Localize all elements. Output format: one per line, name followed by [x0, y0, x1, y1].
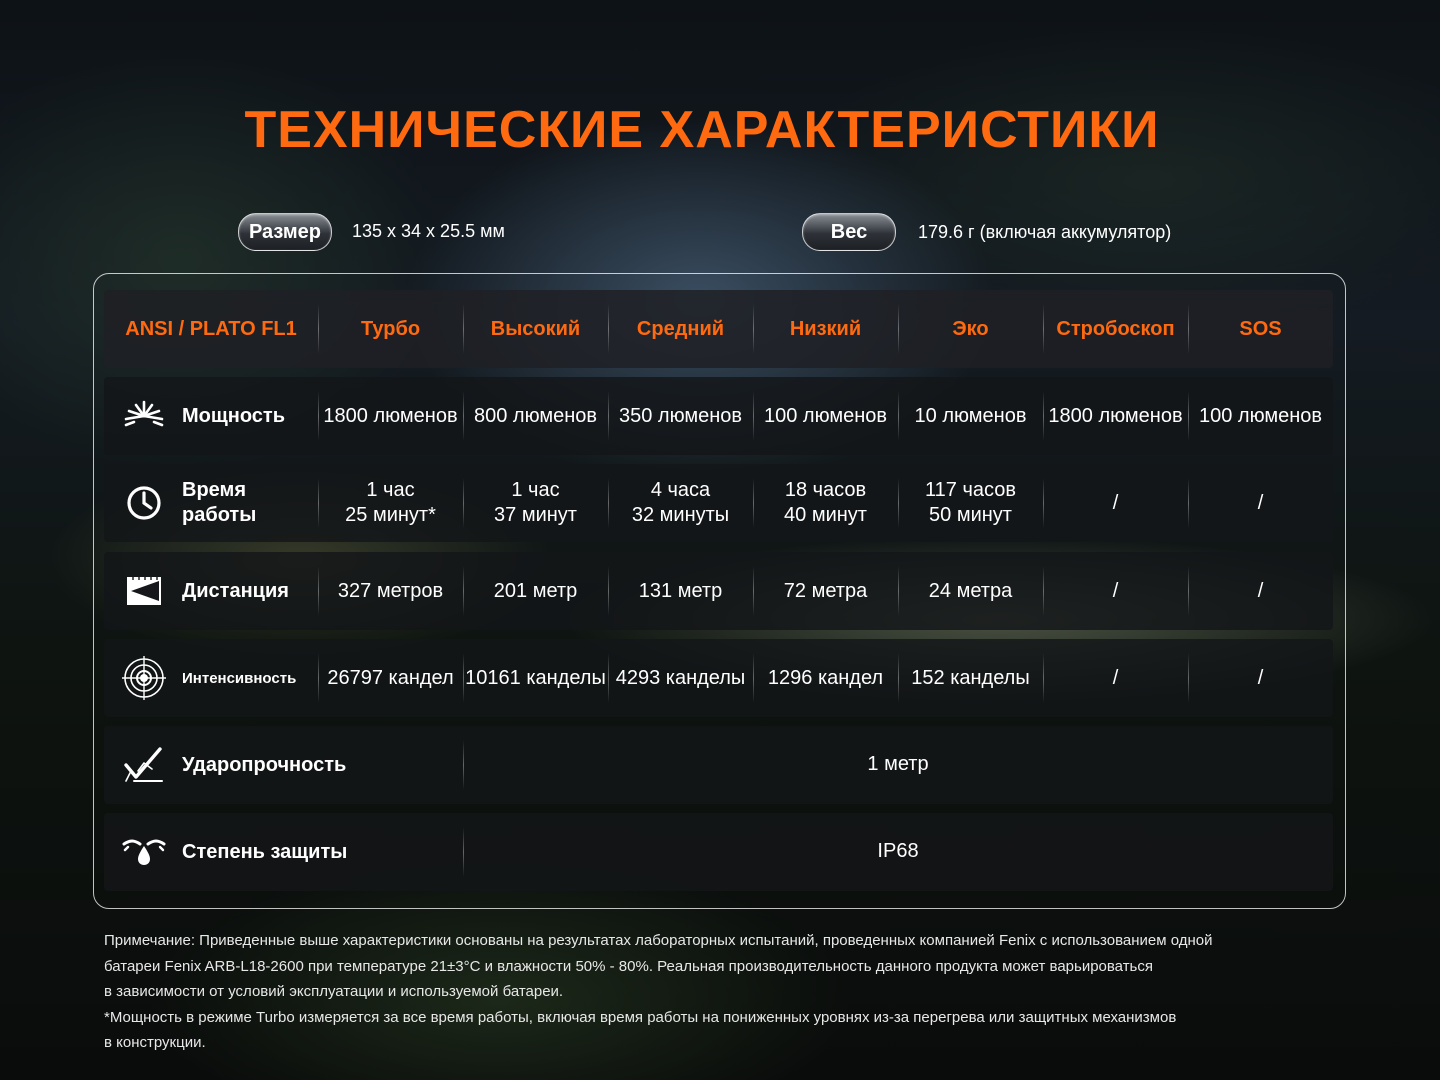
table-row-intensity: Интенсивность 26797 кандел 10161 канделы…: [104, 639, 1333, 717]
power-eco: 10 люменов: [898, 377, 1043, 455]
header-eco: Эко: [898, 290, 1043, 368]
distance-turbo: 327 метров: [318, 552, 463, 630]
header-sos: SOS: [1188, 290, 1333, 368]
power-sos: 100 люменов: [1188, 377, 1333, 455]
note-line: *Мощность в режиме Turbo измеряется за в…: [104, 1008, 1177, 1026]
distance-label: Дистанция: [182, 579, 289, 602]
weight-badge: Вес: [802, 213, 896, 251]
impact-icon: [122, 743, 166, 787]
distance-low: 72 метра: [753, 552, 898, 630]
distance-high: 201 метр: [463, 552, 608, 630]
intensity-eco: 152 канделы: [898, 639, 1043, 717]
runtime-label-line2: работы: [182, 504, 257, 526]
impact-label: Ударопрочность: [182, 753, 347, 776]
intensity-medium: 4293 канделы: [608, 639, 753, 717]
protection-value: IP68: [463, 813, 1333, 891]
power-medium: 350 люменов: [608, 377, 753, 455]
runtime-label-line1: Время: [182, 479, 246, 501]
size-value: 135 x 34 x 25.5 мм: [352, 221, 505, 241]
distance-strobe: /: [1043, 552, 1188, 630]
row-label-runtime: Время работы: [104, 464, 318, 542]
note-line: в зависимости от условий эксплуатации и …: [104, 983, 564, 1000]
distance-eco: 24 метра: [898, 552, 1043, 630]
row-label-impact: Ударопрочность: [104, 726, 463, 804]
intensity-label: Интенсивность: [182, 669, 297, 687]
burst-icon: [122, 394, 166, 438]
row-label-distance: Дистанция: [104, 552, 318, 630]
table-header-row: ANSI / PLATO FL1 Турбо Высокий Средний Н…: [104, 290, 1333, 368]
protection-label: Степень защиты: [182, 840, 348, 863]
table-row-power: Мощность 1800 люменов 800 люменов 350 лю…: [104, 377, 1333, 455]
table-row-impact: Ударопрочность 1 метр: [104, 726, 1333, 804]
power-strobe: 1800 люменов: [1043, 377, 1188, 455]
power-high: 800 люменов: [463, 377, 608, 455]
row-label-power: Мощность: [104, 377, 318, 455]
runtime-strobe: /: [1043, 464, 1188, 542]
row-label-protection: Степень защиты: [104, 813, 463, 891]
intensity-strobe: /: [1043, 639, 1188, 717]
clock-icon: [122, 481, 166, 525]
intensity-sos: /: [1188, 639, 1333, 717]
weight-value: 179.6 г (включая аккумулятор): [918, 222, 1172, 242]
header-low: Низкий: [753, 290, 898, 368]
runtime-turbo: 1 час 25 минут*: [318, 464, 463, 542]
table-row-distance: Дистанция 327 метров 201 метр 131 метр 7…: [104, 552, 1333, 630]
header-high: Высокий: [463, 290, 608, 368]
note-line: в конструкции.: [104, 1034, 206, 1051]
header-medium: Средний: [608, 290, 753, 368]
distance-icon: [122, 569, 166, 613]
target-icon: [122, 656, 166, 700]
size-badge: Размер: [238, 213, 332, 251]
runtime-eco: 117 часов 50 минут: [898, 464, 1043, 542]
page-title: ТЕХНИЧЕСКИЕ ХАРАКТЕРИСТИКИ: [244, 101, 1160, 159]
runtime-sos: /: [1188, 464, 1333, 542]
runtime-label: Время работы: [182, 478, 256, 528]
note-line: батареи Fenix ARB-L18-2600 при температу…: [104, 957, 1153, 975]
distance-sos: /: [1188, 552, 1333, 630]
runtime-medium: 4 часа 32 минуты: [608, 464, 753, 542]
intensity-high: 10161 канделы: [463, 639, 608, 717]
footnotes: Примечание: Приведенные выше характерист…: [104, 928, 1354, 1056]
table-row-protection: Степень защиты IP68: [104, 813, 1333, 891]
header-strobe: Стробоскоп: [1043, 290, 1188, 368]
spec-sheet: ТЕХНИЧЕСКИЕ ХАРАКТЕРИСТИКИ Размер 135 x …: [0, 0, 1440, 1080]
impact-value: 1 метр: [463, 726, 1333, 804]
runtime-low: 18 часов 40 минут: [753, 464, 898, 542]
row-label-intensity: Интенсивность: [104, 639, 318, 717]
power-label: Мощность: [182, 404, 285, 427]
intensity-turbo: 26797 кандел: [318, 639, 463, 717]
table-row-runtime: Время работы 1 час 25 минут* 1 час 37 мину…: [104, 464, 1333, 542]
runtime-high: 1 час 37 минут: [463, 464, 608, 542]
power-low: 100 люменов: [753, 377, 898, 455]
header-standard: ANSI / PLATO FL1: [125, 317, 297, 340]
header-turbo: Турбо: [318, 290, 463, 368]
note-line: Примечание: Приведенные выше характерист…: [104, 932, 1213, 949]
water-drop-icon: [122, 830, 166, 874]
distance-medium: 131 метр: [608, 552, 753, 630]
power-turbo: 1800 люменов: [318, 377, 463, 455]
intensity-low: 1296 кандел: [753, 639, 898, 717]
